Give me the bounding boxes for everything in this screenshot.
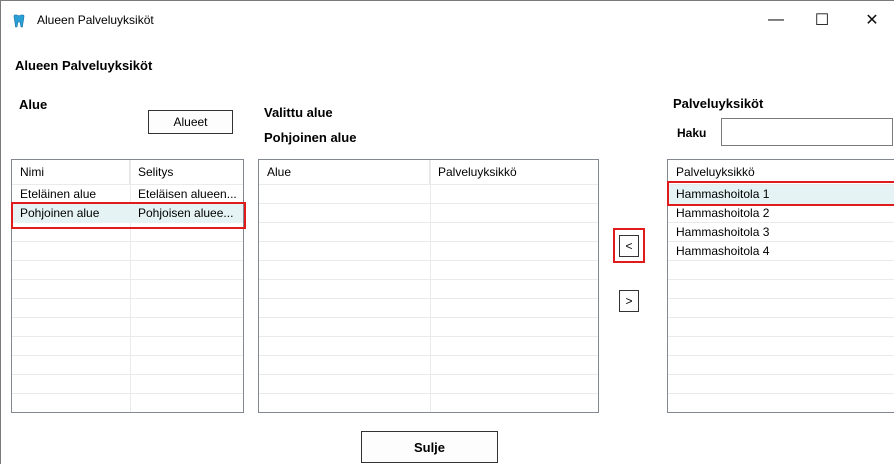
close-icon: ✕ [865, 12, 879, 29]
area-label: Alue [19, 97, 48, 112]
list-item[interactable]: Hammashoitola 4 [668, 242, 894, 261]
maximize-button[interactable]: ☐ [799, 1, 845, 39]
tooth-icon [13, 14, 25, 28]
search-input[interactable] [721, 118, 893, 146]
move-right-button[interactable]: > [619, 290, 639, 312]
service-units-label: Palveluyksiköt [673, 96, 764, 111]
app-window: Alueen Palveluyksiköt — ☐ ✕ Alueen Palve… [0, 0, 894, 464]
column-header-alue[interactable]: Alue [259, 160, 430, 184]
selection-highlight [11, 202, 246, 229]
column-header-palveluyksikko[interactable]: Palveluyksikkö [430, 160, 598, 184]
list-item[interactable]: Hammashoitola 2 [668, 204, 894, 223]
chevron-right-icon: > [625, 294, 633, 308]
selected-area-label: Valittu alue [264, 105, 333, 120]
close-button[interactable]: Sulje [361, 431, 498, 463]
list-item[interactable]: Hammashoitola 3 [668, 223, 894, 242]
area-grid: Nimi Selitys Eteläinen alue Eteläisen al… [11, 159, 244, 413]
search-label: Haku [677, 126, 707, 140]
window-title: Alueen Palveluyksiköt [37, 13, 154, 27]
assigned-units-grid: Alue Palveluyksikkö [258, 159, 599, 413]
page-title: Alueen Palveluyksiköt [15, 58, 153, 73]
minimize-icon: — [768, 11, 784, 28]
close-window-button[interactable]: ✕ [849, 1, 894, 39]
column-header-nimi[interactable]: Nimi [12, 160, 130, 184]
minimize-button[interactable]: — [753, 1, 799, 39]
move-left-highlight [613, 228, 645, 263]
maximize-icon: ☐ [814, 12, 830, 29]
areas-button[interactable]: Alueet [148, 110, 233, 134]
column-header-selitys[interactable]: Selitys [130, 160, 243, 184]
title-bar: Alueen Palveluyksiköt — ☐ ✕ [1, 1, 894, 39]
selected-area-value: Pohjoinen alue [264, 130, 357, 145]
selection-highlight [667, 181, 894, 206]
